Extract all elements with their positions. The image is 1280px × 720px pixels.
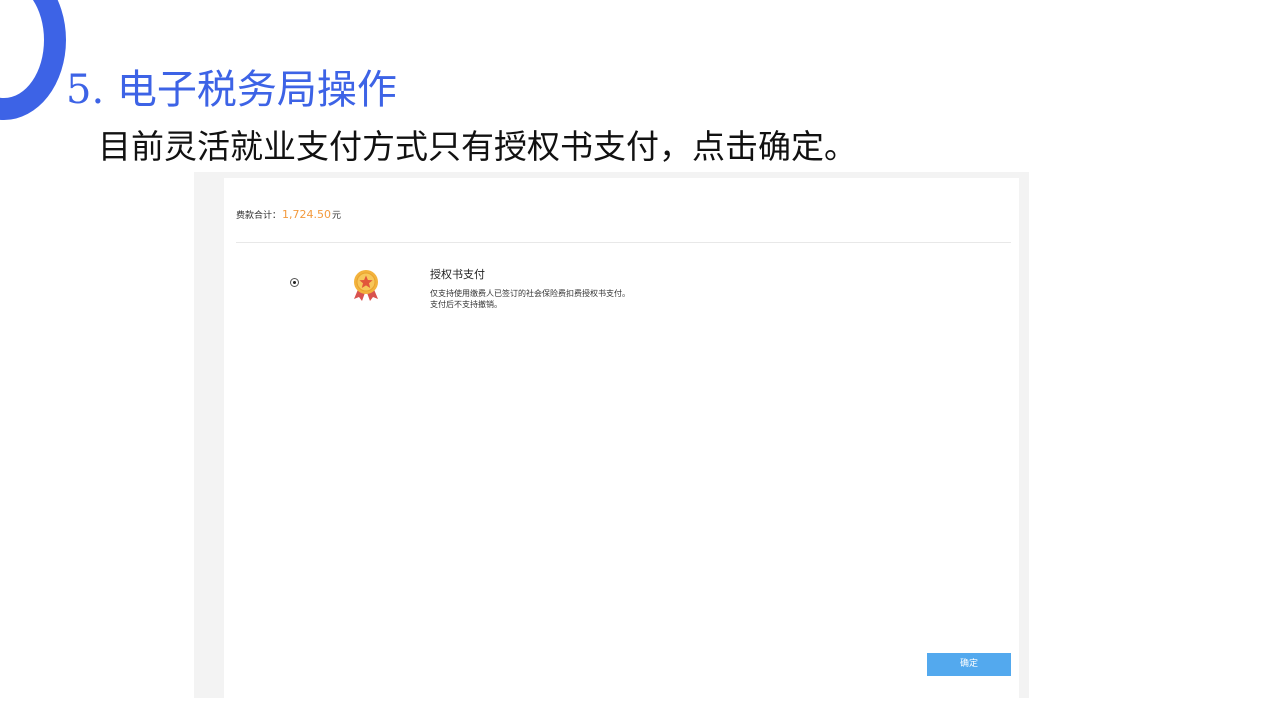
payment-method-title: 授权书支付 [430, 268, 485, 281]
confirm-button[interactable]: 确定 [927, 653, 1011, 676]
payment-panel: 费款合计： 1,724.50 元 授权书支付 仅支持使用缴费人已签订的社会保险费… [224, 178, 1019, 698]
payment-screenshot: 费款合计： 1,724.50 元 授权书支付 仅支持使用缴费人已签订的社会保险费… [194, 172, 1029, 698]
payment-method-radio[interactable] [290, 278, 299, 287]
fee-total-amount: 1,724.50 [282, 208, 331, 221]
slide-instruction: 目前灵活就业支付方式只有授权书支付，点击确定。 [98, 127, 857, 166]
fee-total-label: 费款合计： [236, 211, 282, 221]
fee-total-unit: 元 [332, 211, 342, 221]
slide-title: 5. 电子税务局操作 [66, 67, 397, 113]
medal-icon [350, 268, 382, 302]
slide: 5. 电子税务局操作 目前灵活就业支付方式只有授权书支付，点击确定。 费款合计：… [0, 0, 1280, 720]
fee-total: 费款合计： 1,724.50 元 [236, 208, 341, 221]
payment-method-description: 仅支持使用缴费人已签订的社会保险费扣费授权书支付。支付后不支持撤销。 [430, 289, 630, 309]
corner-ring-decoration [0, 0, 66, 120]
divider [236, 242, 1011, 243]
